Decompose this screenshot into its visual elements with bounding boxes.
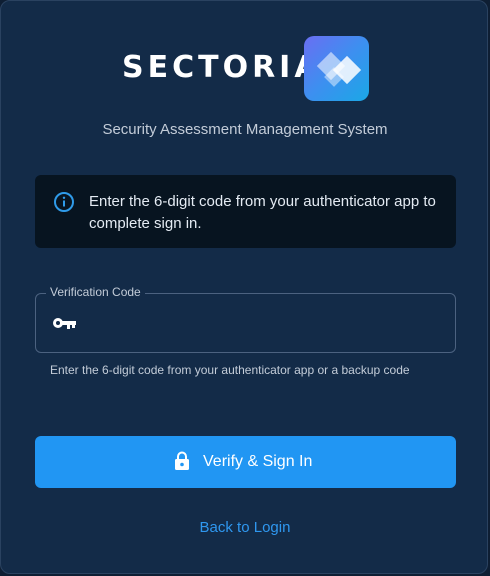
key-icon <box>53 318 76 329</box>
brand-header: SECTORIA <box>0 36 490 102</box>
back-to-login-link[interactable]: Back to Login <box>0 519 490 536</box>
app-logo <box>304 36 369 101</box>
verify-sign-in-button[interactable]: Verify & Sign In <box>35 436 456 488</box>
brand-name: SECTORIA <box>122 50 322 85</box>
verification-code-field[interactable]: Verification Code <box>35 285 456 353</box>
logo-diamonds-icon <box>316 51 362 87</box>
info-circle-icon <box>54 192 74 212</box>
app-subtitle: Security Assessment Management System <box>102 121 388 138</box>
verify-button-label: Verify & Sign In <box>203 453 313 470</box>
info-message: Enter the 6-digit code from your authent… <box>89 193 436 232</box>
verification-code-helper: Enter the 6-digit code from your authent… <box>50 363 410 377</box>
verification-code-label: Verification Code <box>46 285 145 299</box>
verification-code-input[interactable] <box>90 310 444 340</box>
lock-icon <box>175 451 189 470</box>
info-alert: Enter the 6-digit code from your authent… <box>35 175 456 248</box>
